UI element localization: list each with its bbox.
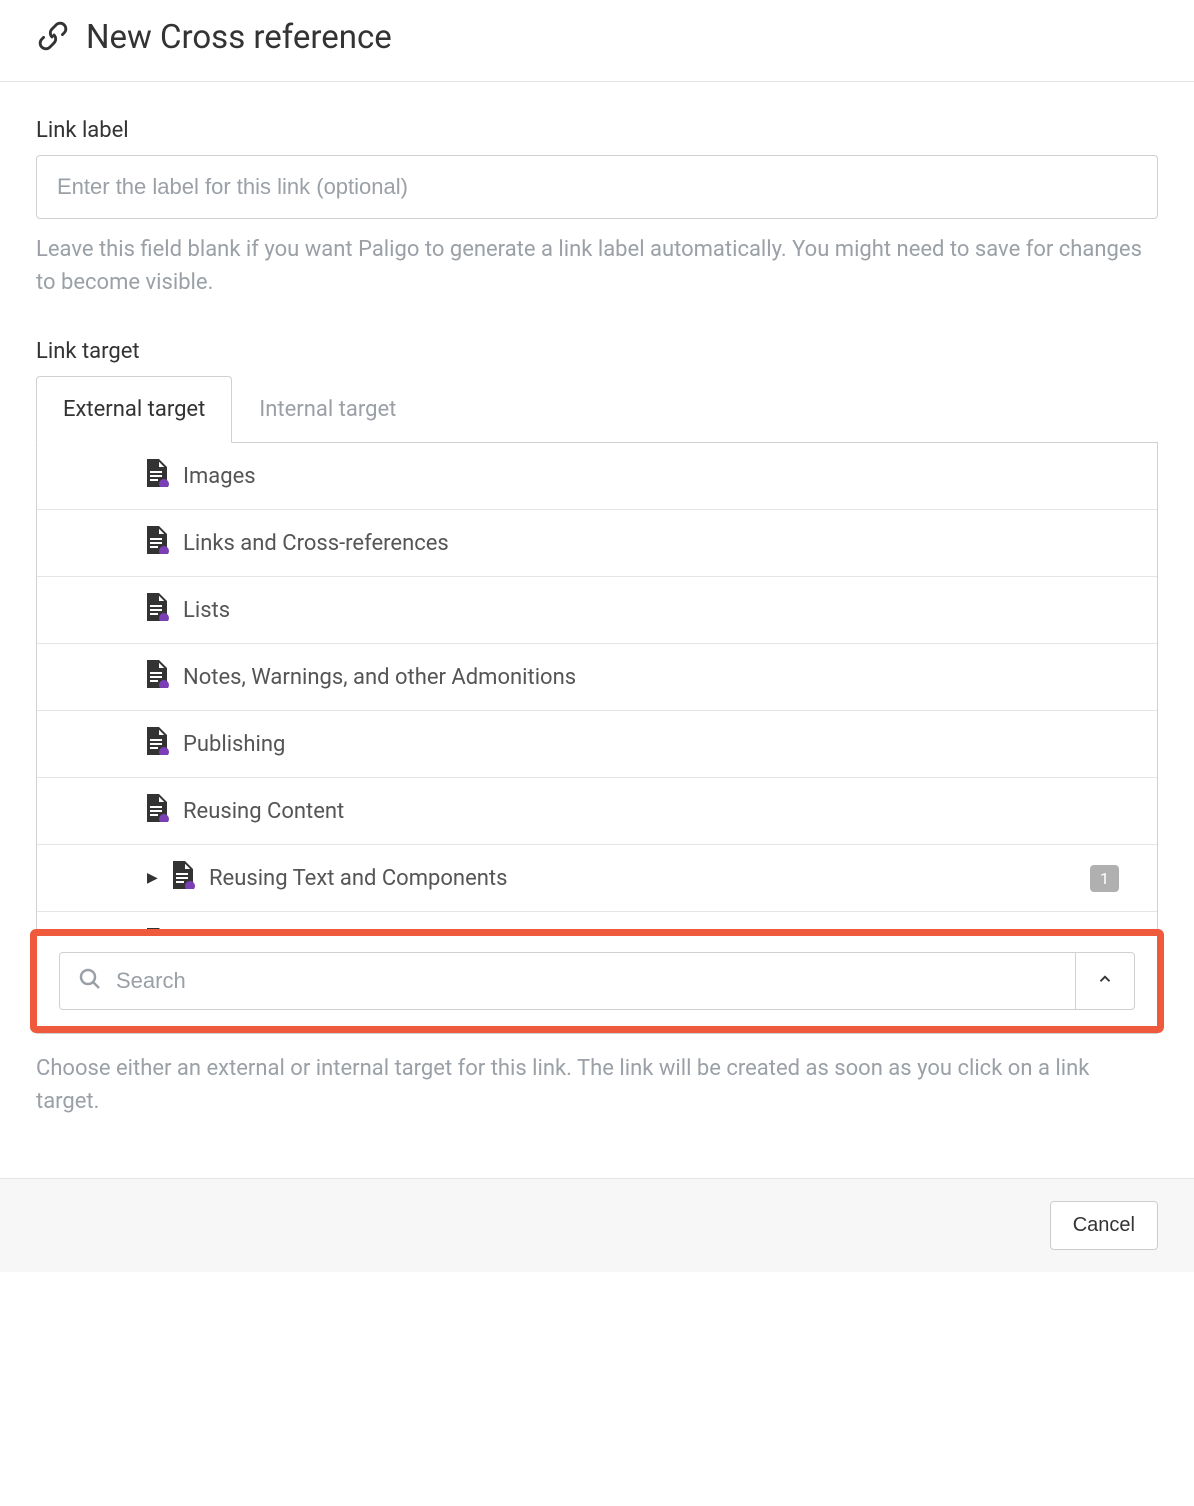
link-label-label: Link label	[36, 118, 1158, 143]
search-icon	[78, 967, 102, 995]
link-label-help: Leave this field blank if you want Palig…	[36, 233, 1158, 299]
search-highlight	[30, 929, 1164, 1033]
tree-item[interactable]: Publishing	[37, 711, 1157, 778]
search-input[interactable]	[116, 968, 1057, 994]
cancel-button[interactable]: Cancel	[1050, 1201, 1158, 1250]
document-icon	[145, 727, 169, 761]
chevron-up-icon	[1096, 969, 1114, 993]
link-label-input[interactable]	[36, 155, 1158, 219]
tree-item[interactable]: Links and Cross-references	[37, 510, 1157, 577]
link-target-label: Link target	[36, 339, 1158, 364]
tree-item[interactable]: Reusing Content	[37, 778, 1157, 845]
tree-item-label: Lists	[183, 598, 230, 623]
collapse-button[interactable]	[1075, 953, 1134, 1009]
tree-item[interactable]: Images	[37, 443, 1157, 510]
tree-item-label: Images	[183, 464, 256, 489]
expand-caret-icon[interactable]: ▶	[147, 870, 158, 886]
tree-item[interactable]: ▶ Reusing Text and Components 1	[37, 845, 1157, 912]
tree-item[interactable]: Lists	[37, 577, 1157, 644]
document-icon	[145, 459, 169, 493]
dialog-footer: Cancel	[0, 1178, 1194, 1272]
document-icon	[145, 794, 169, 828]
target-tree-panel: Images Links and Cross-references Lists	[36, 442, 1158, 1034]
tree-item-label: Notes, Warnings, and other Admonitions	[183, 665, 576, 690]
target-tabs: External target Internal target	[36, 376, 1158, 443]
dialog-header: New Cross reference	[0, 0, 1194, 82]
dialog-title: New Cross reference	[86, 18, 392, 57]
document-icon	[171, 861, 195, 895]
link-icon	[36, 19, 70, 57]
tree-item-label: Links and Cross-references	[183, 531, 449, 556]
target-tree-scroll[interactable]: Images Links and Cross-references Lists	[37, 443, 1157, 929]
tree-item-label: Reusing Text and Components	[209, 866, 507, 891]
search-row	[59, 952, 1135, 1010]
tab-external-target[interactable]: External target	[36, 376, 232, 443]
search-field[interactable]	[60, 953, 1075, 1009]
link-target-help: Choose either an external or internal ta…	[36, 1052, 1158, 1118]
tab-internal-target[interactable]: Internal target	[232, 376, 423, 443]
document-icon	[145, 593, 169, 627]
count-badge: 1	[1090, 865, 1119, 892]
document-icon	[145, 660, 169, 694]
document-icon	[145, 526, 169, 560]
document-icon	[145, 928, 169, 929]
tree-item-label: Publishing	[183, 732, 285, 757]
tree-item[interactable]: Notes, Warnings, and other Admonitions	[37, 644, 1157, 711]
tree-item-label: Reusing Content	[183, 799, 344, 824]
tree-item[interactable]: Reusing Topics	[37, 912, 1157, 929]
